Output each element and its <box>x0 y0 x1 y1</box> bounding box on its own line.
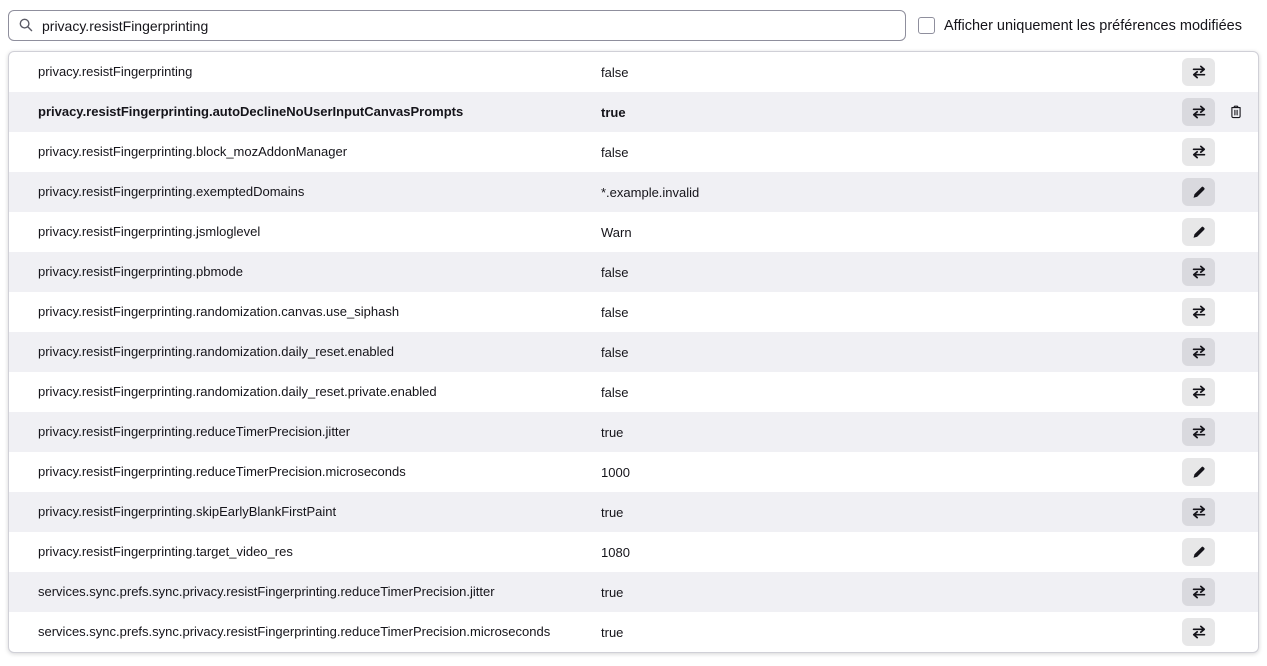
swap-arrows-icon <box>1191 304 1207 320</box>
pref-value: false <box>601 345 1182 360</box>
pref-name: privacy.resistFingerprinting.skipEarlyBl… <box>9 501 601 523</box>
pref-name: privacy.resistFingerprinting.randomizati… <box>9 301 601 323</box>
pref-value: true <box>601 505 1182 520</box>
row-actions <box>1182 58 1258 86</box>
row-actions <box>1182 538 1258 566</box>
pref-value: false <box>601 305 1182 320</box>
table-row: privacy.resistFingerprinting.reduceTimer… <box>9 412 1258 452</box>
pref-name: privacy.resistFingerprinting.reduceTimer… <box>9 421 601 443</box>
row-actions <box>1182 218 1258 246</box>
row-actions <box>1182 98 1258 126</box>
pref-value: 1080 <box>601 545 1182 560</box>
config-toolbar: Afficher uniquement les préférences modi… <box>0 0 1267 51</box>
edit-button[interactable] <box>1182 218 1215 246</box>
swap-arrows-icon <box>1191 504 1207 520</box>
swap-arrows-icon <box>1191 264 1207 280</box>
table-row: privacy.resistFingerprinting false <box>9 52 1258 92</box>
table-row: privacy.resistFingerprinting.pbmode fals… <box>9 252 1258 292</box>
toggle-button[interactable] <box>1182 418 1215 446</box>
table-row: privacy.resistFingerprinting.autoDecline… <box>9 92 1258 132</box>
swap-arrows-icon <box>1191 584 1207 600</box>
row-actions <box>1182 338 1258 366</box>
pref-value: Warn <box>601 225 1182 240</box>
delete-button[interactable] <box>1223 98 1249 126</box>
pencil-icon <box>1191 465 1206 480</box>
table-row: privacy.resistFingerprinting.block_mozAd… <box>9 132 1258 172</box>
table-row: privacy.resistFingerprinting.jsmloglevel… <box>9 212 1258 252</box>
search-field-wrapper <box>8 10 906 41</box>
filter-modified-checkbox[interactable] <box>918 17 935 34</box>
row-actions <box>1182 298 1258 326</box>
search-input[interactable] <box>8 10 906 41</box>
edit-button[interactable] <box>1182 458 1215 486</box>
pref-name: privacy.resistFingerprinting <box>9 61 601 83</box>
pref-value: false <box>601 385 1182 400</box>
table-row: privacy.resistFingerprinting.reduceTimer… <box>9 452 1258 492</box>
pref-value: *.example.invalid <box>601 185 1182 200</box>
toggle-button[interactable] <box>1182 98 1215 126</box>
pref-value: true <box>601 425 1182 440</box>
pref-name: privacy.resistFingerprinting.randomizati… <box>9 341 601 363</box>
toggle-button[interactable] <box>1182 58 1215 86</box>
toggle-button[interactable] <box>1182 578 1215 606</box>
prefs-table: privacy.resistFingerprinting false priva… <box>8 51 1259 653</box>
swap-arrows-icon <box>1191 144 1207 160</box>
toggle-button[interactable] <box>1182 618 1215 646</box>
row-actions <box>1182 138 1258 166</box>
pref-name: privacy.resistFingerprinting.pbmode <box>9 261 601 283</box>
pref-name: services.sync.prefs.sync.privacy.resistF… <box>9 621 601 643</box>
table-row: services.sync.prefs.sync.privacy.resistF… <box>9 612 1258 652</box>
pencil-icon <box>1191 225 1206 240</box>
pref-value: 1000 <box>601 465 1182 480</box>
pref-name: privacy.resistFingerprinting.autoDecline… <box>9 101 601 123</box>
toggle-button[interactable] <box>1182 258 1215 286</box>
row-actions <box>1182 178 1258 206</box>
toggle-button[interactable] <box>1182 338 1215 366</box>
pref-name: privacy.resistFingerprinting.target_vide… <box>9 541 601 563</box>
swap-arrows-icon <box>1191 344 1207 360</box>
table-row: privacy.resistFingerprinting.target_vide… <box>9 532 1258 572</box>
pencil-icon <box>1191 185 1206 200</box>
row-actions <box>1182 618 1258 646</box>
pref-name: privacy.resistFingerprinting.block_mozAd… <box>9 141 601 163</box>
edit-button[interactable] <box>1182 178 1215 206</box>
pencil-icon <box>1191 545 1206 560</box>
toggle-button[interactable] <box>1182 298 1215 326</box>
edit-button[interactable] <box>1182 538 1215 566</box>
pref-value: false <box>601 65 1182 80</box>
table-row: privacy.resistFingerprinting.randomizati… <box>9 372 1258 412</box>
swap-arrows-icon <box>1191 424 1207 440</box>
table-row: services.sync.prefs.sync.privacy.resistF… <box>9 572 1258 612</box>
pref-value: true <box>601 625 1182 640</box>
swap-arrows-icon <box>1191 104 1207 120</box>
row-actions <box>1182 578 1258 606</box>
toggle-button[interactable] <box>1182 138 1215 166</box>
pref-name: privacy.resistFingerprinting.exemptedDom… <box>9 181 601 203</box>
row-actions <box>1182 258 1258 286</box>
swap-arrows-icon <box>1191 384 1207 400</box>
table-row: privacy.resistFingerprinting.exemptedDom… <box>9 172 1258 212</box>
pref-value: true <box>601 105 1182 120</box>
pref-name: services.sync.prefs.sync.privacy.resistF… <box>9 581 601 603</box>
pref-value: true <box>601 585 1182 600</box>
filter-modified-wrapper: Afficher uniquement les préférences modi… <box>918 17 1242 34</box>
row-actions <box>1182 498 1258 526</box>
row-actions <box>1182 378 1258 406</box>
swap-arrows-icon <box>1191 64 1207 80</box>
swap-arrows-icon <box>1191 624 1207 640</box>
pref-name: privacy.resistFingerprinting.jsmloglevel <box>9 221 601 243</box>
toggle-button[interactable] <box>1182 378 1215 406</box>
pref-name: privacy.resistFingerprinting.reduceTimer… <box>9 461 601 483</box>
trash-icon <box>1228 104 1244 120</box>
pref-value: false <box>601 145 1182 160</box>
table-row: privacy.resistFingerprinting.randomizati… <box>9 332 1258 372</box>
pref-name: privacy.resistFingerprinting.randomizati… <box>9 381 601 403</box>
table-row: privacy.resistFingerprinting.randomizati… <box>9 292 1258 332</box>
row-actions <box>1182 458 1258 486</box>
filter-modified-label: Afficher uniquement les préférences modi… <box>944 18 1242 34</box>
table-row: privacy.resistFingerprinting.skipEarlyBl… <box>9 492 1258 532</box>
toggle-button[interactable] <box>1182 498 1215 526</box>
row-actions <box>1182 418 1258 446</box>
pref-value: false <box>601 265 1182 280</box>
